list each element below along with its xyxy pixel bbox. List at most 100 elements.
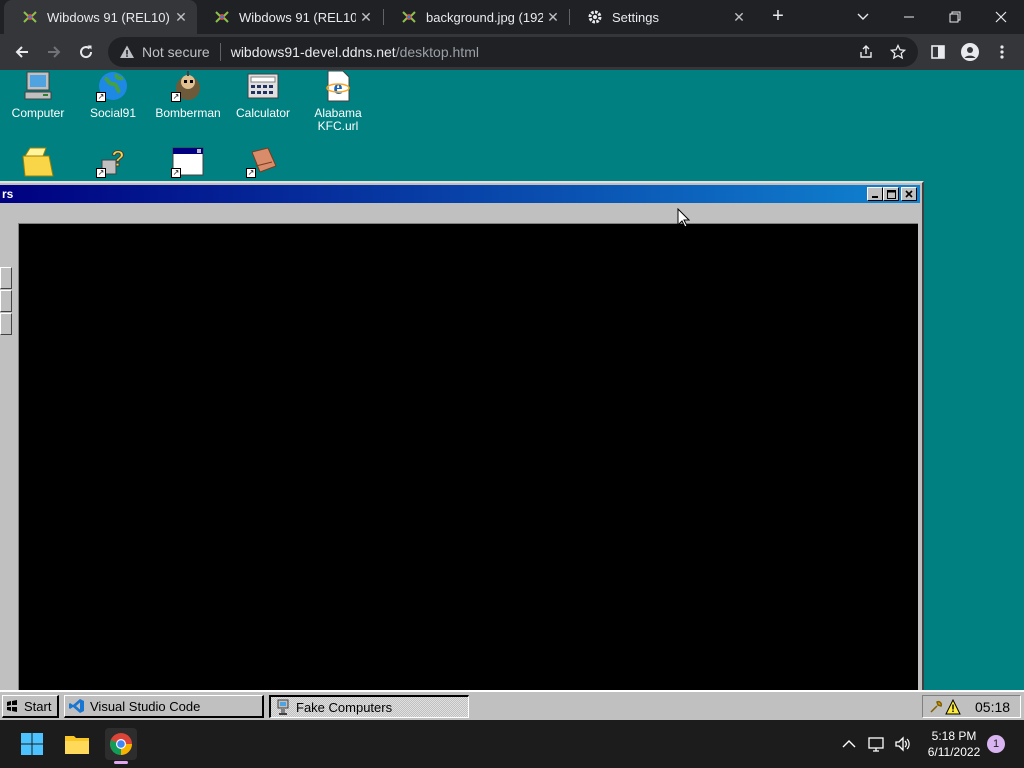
profile-avatar-icon[interactable]: [958, 40, 982, 64]
wibdows-favicon-icon: [214, 9, 230, 25]
svg-text:?: ?: [111, 146, 124, 171]
host-clock[interactable]: 5:18 PM 6/11/2022: [918, 728, 990, 760]
fake-computers-icon: [275, 699, 291, 715]
close-tab-icon[interactable]: ✕: [729, 9, 749, 26]
folder-icon: [21, 146, 55, 178]
notification-badge[interactable]: 1: [984, 728, 1008, 760]
host-taskbar: 5:18 PM 6/11/2022 1: [0, 720, 1024, 768]
start-label: Start: [24, 698, 52, 714]
back-arrow-icon[interactable]: [10, 40, 34, 64]
tab-title: Settings: [612, 9, 659, 25]
vscode-icon: [69, 698, 85, 714]
tab-title: Wibdows 91 (REL10): [239, 9, 356, 25]
side-panel-button[interactable]: [0, 290, 12, 312]
browser-toolbar: Not secure wibdows91-devel.ddns.net/desk…: [0, 34, 1024, 70]
globe-icon: ↗: [96, 70, 130, 102]
file-explorer-icon[interactable]: [61, 728, 93, 760]
taskbar-item-label: Fake Computers: [296, 699, 393, 715]
desktop-icon-label: Calculator: [235, 106, 291, 120]
minimize-window-button[interactable]: [886, 0, 932, 34]
computer-icon: [21, 70, 55, 102]
browser-tab-1[interactable]: Wibdows 91 (REL10) ✕: [4, 0, 197, 34]
url-host: wibdows91-devel.ddns.net: [230, 44, 396, 60]
notification-count: 1: [987, 735, 1005, 753]
tab-title: Wibdows 91 (REL10): [47, 9, 170, 25]
desktop-icon-help[interactable]: ? ↗: [76, 146, 150, 183]
browser-tab-2[interactable]: Wibdows 91 (REL10) ✕: [196, 0, 382, 34]
forward-arrow-icon[interactable]: [42, 40, 66, 64]
desktop-icon-label: Alabama KFC.url: [314, 106, 362, 133]
calculator-icon: [246, 70, 280, 102]
close-tab-icon[interactable]: ✕: [171, 9, 191, 26]
window-menubar: [0, 204, 920, 222]
url-path: /desktop.html: [395, 44, 479, 60]
desktop-icon-notebook[interactable]: ↗: [226, 146, 300, 183]
side-panel-button[interactable]: [0, 267, 12, 289]
desktop-icon-computer[interactable]: Computer: [1, 70, 75, 120]
network-icon[interactable]: [864, 728, 890, 760]
shortcut-arrow-icon: ↗: [171, 168, 181, 178]
bomberman-icon: ↗: [171, 70, 205, 102]
shortcut-arrow-icon: ↗: [171, 92, 181, 102]
desktop-icon-program[interactable]: ↗: [151, 146, 225, 183]
show-hidden-icons-chevron-icon[interactable]: [834, 728, 864, 760]
volume-icon[interactable]: [890, 728, 916, 760]
shortcut-arrow-icon: ↗: [96, 168, 106, 178]
desktop-icon-alabama-kfc-url[interactable]: e Alabama KFC.url: [301, 70, 375, 133]
close-tab-icon[interactable]: ✕: [543, 9, 563, 26]
browser-tab-3[interactable]: background.jpg (1920× ✕: [383, 0, 569, 34]
gear-icon: [587, 9, 603, 25]
tab-search-chevron-icon[interactable]: [840, 0, 886, 34]
taskbar-item-fake-computers[interactable]: Fake Computers: [269, 695, 469, 718]
browser-tab-strip: Wibdows 91 (REL10) ✕ Wibdows 91 (REL10) …: [0, 0, 1024, 34]
wibdows-favicon-icon: [401, 9, 417, 25]
browser-tab-4[interactable]: Settings ✕: [569, 0, 755, 34]
reload-icon[interactable]: [74, 40, 98, 64]
restore-window-button[interactable]: [932, 0, 978, 34]
chrome-taskbar-icon[interactable]: [105, 728, 137, 764]
program-window-icon: ↗: [171, 146, 205, 178]
start-button[interactable]: Start: [2, 695, 59, 718]
warning-icon[interactable]: [945, 698, 961, 715]
window-minimize-button[interactable]: [867, 187, 883, 201]
share-icon[interactable]: [854, 40, 878, 64]
more-menu-icon[interactable]: [990, 40, 1014, 64]
notebook-icon: ↗: [246, 146, 280, 178]
shortcut-arrow-icon: ↗: [246, 168, 256, 178]
desktop-icon-bomberman[interactable]: ↗ Bomberman: [151, 70, 225, 120]
desktop-icon-calculator[interactable]: Calculator: [226, 70, 300, 120]
window-title: rs: [2, 187, 14, 201]
desktop-icon-social91[interactable]: ↗ Social91: [76, 70, 150, 120]
close-tab-icon[interactable]: ✕: [356, 9, 376, 26]
omnibox-divider: [219, 43, 221, 61]
windows-start-icon[interactable]: [16, 728, 48, 760]
tray-clock[interactable]: 05:18: [975, 699, 1010, 715]
wibdows-desktop[interactable]: Computer ↗ Social91 ↗ Bomberman Calculat…: [0, 70, 1024, 720]
close-window-button[interactable]: [978, 0, 1024, 34]
desktop-icon-folder[interactable]: [1, 146, 75, 183]
window-maximize-button[interactable]: [883, 187, 899, 201]
shortcut-arrow-icon: ↗: [96, 92, 106, 102]
side-panel-icon[interactable]: [926, 40, 950, 64]
wrench-icon[interactable]: [929, 700, 943, 714]
fake-computers-window[interactable]: rs: [0, 181, 924, 703]
mouse-cursor-icon: [677, 207, 691, 233]
window-close-button[interactable]: [901, 187, 917, 201]
side-panel-button[interactable]: [0, 313, 12, 335]
window-titlebar[interactable]: rs: [0, 185, 920, 203]
warning-icon[interactable]: [118, 43, 136, 61]
taskbar-item-label: Visual Studio Code: [90, 698, 201, 714]
internet-explorer-icon: e: [321, 70, 355, 102]
svg-text:e: e: [334, 77, 343, 99]
tab-title: background.jpg (1920×: [426, 9, 543, 25]
emulator-screen[interactable]: [18, 223, 918, 703]
security-status[interactable]: Not secure: [142, 44, 210, 60]
host-date: 6/11/2022: [927, 745, 981, 759]
host-time: 5:18 PM: [931, 729, 977, 743]
bookmark-star-icon[interactable]: [886, 40, 910, 64]
system-tray: 05:18: [922, 695, 1021, 718]
taskbar-item-visual-studio-code[interactable]: Visual Studio Code: [64, 695, 264, 718]
address-bar[interactable]: Not secure wibdows91-devel.ddns.net/desk…: [108, 37, 918, 67]
new-tab-button[interactable]: +: [766, 5, 790, 29]
desktop-icon-label: Bomberman: [155, 106, 221, 120]
